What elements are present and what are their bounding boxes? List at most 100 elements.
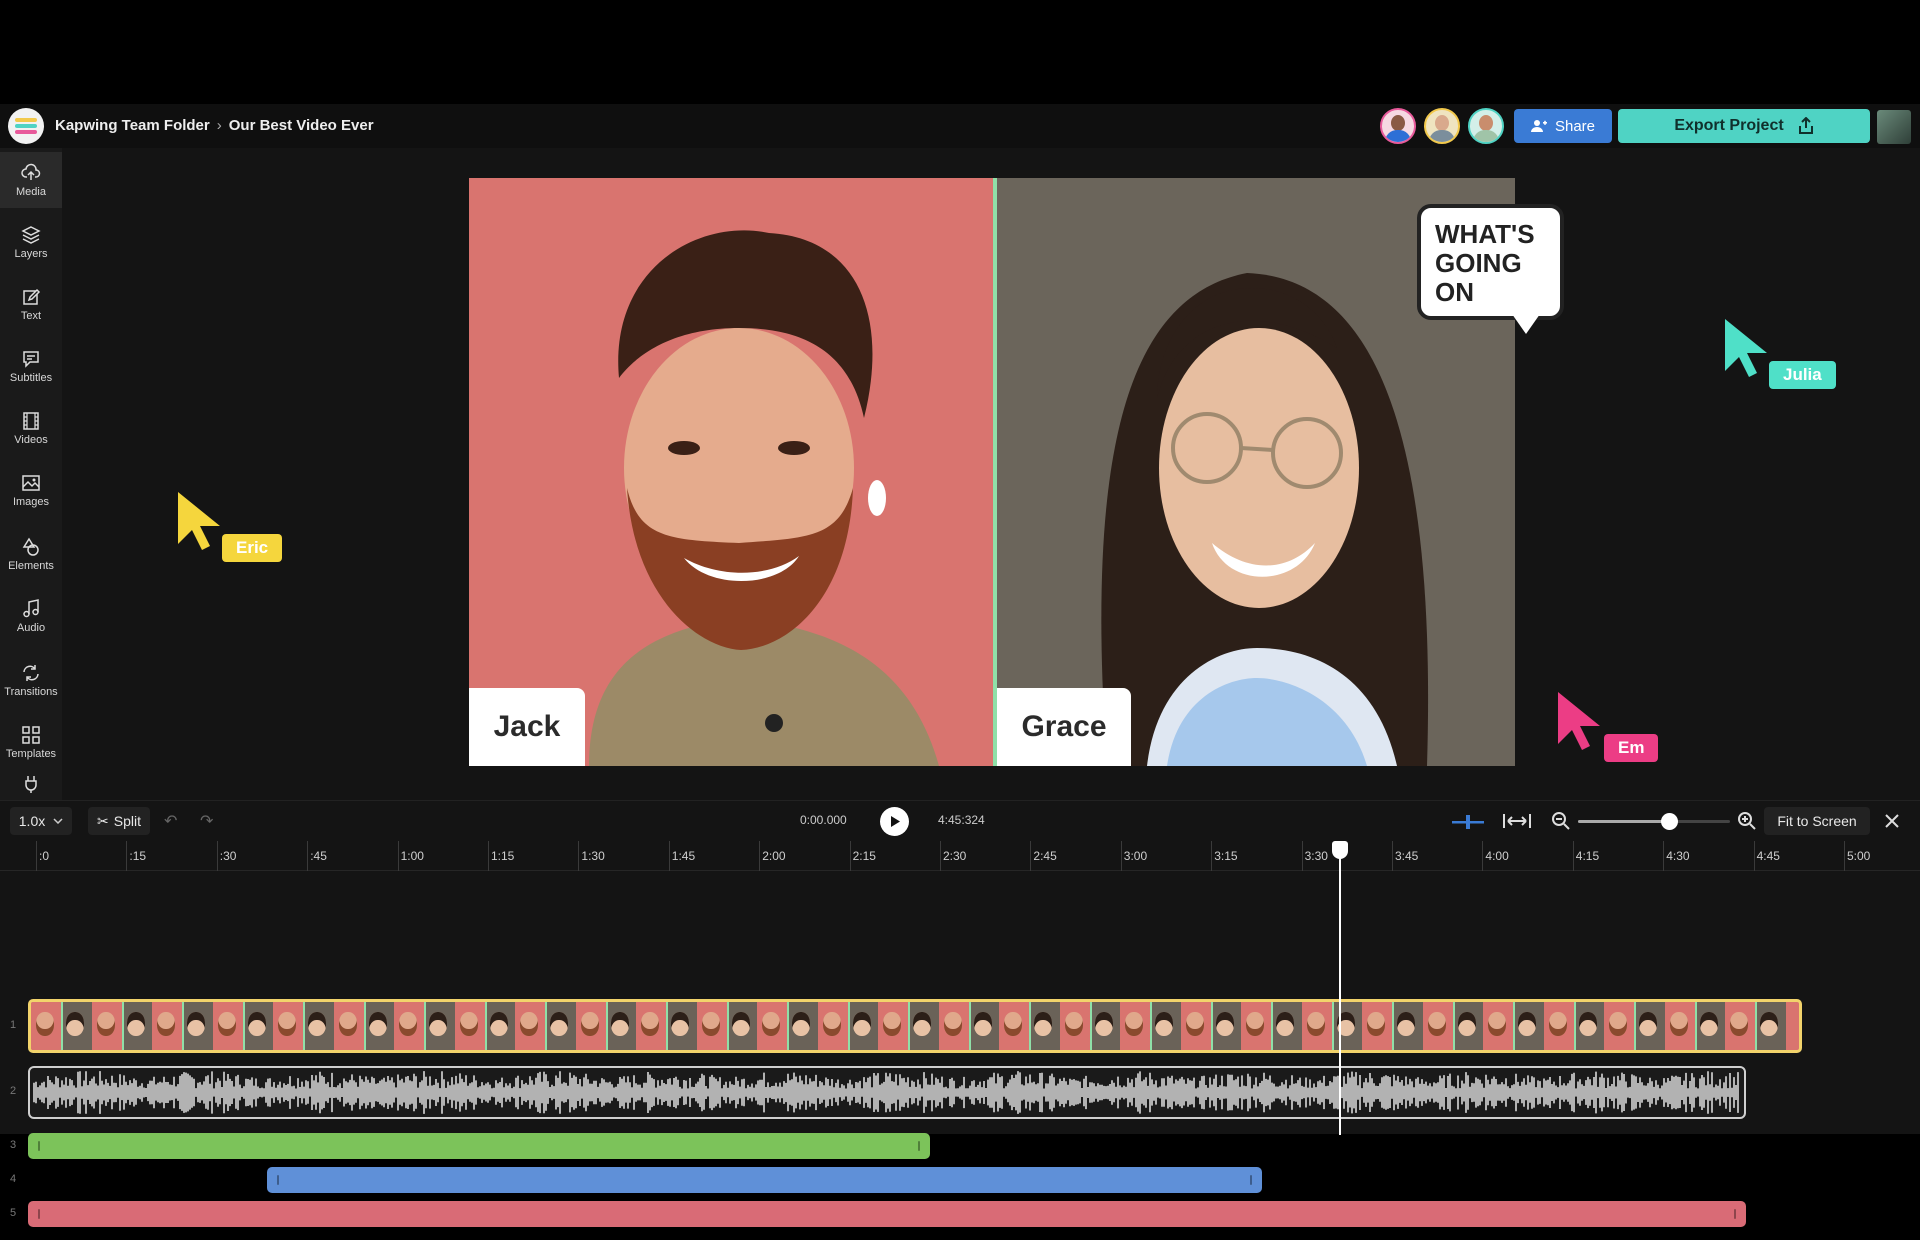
project-title[interactable]: Our Best Video Ever: [229, 117, 374, 134]
video-left-panel[interactable]: [469, 178, 993, 766]
video-thumbnail: [1483, 1002, 1544, 1050]
video-thumbnail: [31, 1002, 92, 1050]
timeline-panel: 1.0x ✂ Split ↶ ↷ 0:00.000 4:45:324 Fit t…: [0, 800, 1920, 1227]
ruler-tick: [307, 841, 309, 871]
ruler-tick-label: 5:00: [1847, 849, 1871, 863]
video-preview[interactable]: Jack Grace: [469, 178, 1515, 766]
name-tag-left[interactable]: Jack: [469, 688, 585, 766]
clip-handle-right[interactable]: [1250, 1175, 1252, 1185]
video-thumbnail: [636, 1002, 697, 1050]
split-button[interactable]: ✂ Split: [88, 807, 150, 835]
sidebar-item-images[interactable]: Images: [0, 462, 62, 518]
cursor-label-julia: Julia: [1769, 361, 1836, 389]
video-thumbnail: [938, 1002, 999, 1050]
fit-to-screen-button[interactable]: Fit to Screen: [1764, 807, 1870, 835]
pencil-icon: [23, 288, 41, 305]
undo-icon[interactable]: ↶: [164, 811, 177, 831]
share-button[interactable]: Share: [1514, 109, 1612, 143]
ruler-tick-label: 4:45: [1756, 849, 1780, 863]
ruler-tick: [1753, 841, 1755, 871]
ruler-tick-label: :45: [310, 849, 327, 863]
sidebar-item-elements[interactable]: Elements: [0, 526, 62, 582]
collaborator-avatar-1[interactable]: [1380, 108, 1416, 144]
share-label: Share: [1554, 117, 1596, 135]
red-track-clip[interactable]: [28, 1201, 1746, 1227]
snap-icon[interactable]: [1452, 813, 1484, 831]
ruler-tick: [1301, 841, 1303, 871]
fit-label: Fit to Screen: [1777, 813, 1857, 829]
speech-bubble[interactable]: WHAT'S GOING ON: [1417, 204, 1564, 320]
cursor-pointer-icon: [178, 492, 220, 550]
ruler-tick-label: 1:15: [491, 849, 515, 863]
sidebar-item-layers[interactable]: Layers: [0, 214, 62, 270]
subtitles-icon: [23, 350, 39, 368]
video-thumbnail: [152, 1002, 213, 1050]
audio-track-clip[interactable]: [28, 1066, 1746, 1119]
breadcrumb-folder[interactable]: Kapwing Team Folder: [55, 117, 210, 134]
export-project-button[interactable]: Export Project: [1618, 109, 1870, 143]
playhead-handle[interactable]: [1332, 841, 1348, 859]
clip-handle-right[interactable]: [918, 1141, 920, 1151]
video-thumbnail: [696, 1002, 757, 1050]
sidebar-item-label: Subtitles: [9, 371, 53, 384]
sidebar-item-plugins[interactable]: [0, 768, 62, 800]
breadcrumb-separator: ›: [216, 117, 222, 134]
music-icon: [23, 598, 39, 617]
user-profile-thumbnail[interactable]: [1877, 110, 1911, 144]
playhead[interactable]: [1332, 841, 1348, 1135]
speech-line-2: GOING: [1435, 248, 1522, 278]
canvas-area[interactable]: Jack Grace WHAT'S GOING ON Eric Julia Em: [62, 148, 1920, 800]
sidebar-item-videos[interactable]: Videos: [0, 400, 62, 456]
kapwing-logo[interactable]: [8, 108, 44, 144]
collaborator-avatar-3[interactable]: [1468, 108, 1504, 144]
sidebar-item-label: Images: [12, 495, 50, 508]
zoom-in-icon[interactable]: [1737, 811, 1757, 831]
image-icon: [22, 474, 40, 491]
ruler-tick-label: 3:00: [1123, 849, 1148, 863]
clip-handle-left[interactable]: [38, 1209, 40, 1219]
zoom-slider[interactable]: [1578, 813, 1730, 830]
cursor-pointer-icon: [1558, 692, 1600, 750]
ruler-tick: [578, 841, 580, 871]
ruler-tick-label: 3:15: [1214, 849, 1238, 863]
sidebar-item-subtitles[interactable]: Subtitles: [0, 338, 62, 394]
collaborator-avatar-2[interactable]: [1424, 108, 1460, 144]
green-track-clip[interactable]: [28, 1133, 930, 1159]
name-tag-right[interactable]: Grace: [997, 688, 1131, 766]
zoom-out-icon[interactable]: [1551, 811, 1571, 831]
close-icon[interactable]: [1884, 813, 1900, 829]
speech-bubble-tail: [1512, 314, 1540, 334]
ruler-tick-label: 2:30: [943, 849, 967, 863]
blue-track-clip[interactable]: [267, 1167, 1262, 1193]
sidebar-item-text[interactable]: Text: [0, 276, 62, 332]
clip-handle-right[interactable]: [1734, 1209, 1736, 1219]
export-label: Export Project: [1674, 117, 1784, 134]
fit-width-icon[interactable]: [1502, 812, 1532, 830]
video-thumbnail: [1543, 1002, 1604, 1050]
sidebar-item-audio[interactable]: Audio: [0, 588, 62, 644]
video-thumbnail: [1180, 1002, 1241, 1050]
redo-icon[interactable]: ↷: [200, 811, 213, 831]
ruler-tick: [1030, 841, 1032, 871]
zoom-slider-knob[interactable]: [1661, 813, 1679, 830]
sidebar-item-templates[interactable]: Templates: [0, 714, 62, 770]
clip-handle-left[interactable]: [277, 1175, 279, 1185]
video-thumbnail: [515, 1002, 576, 1050]
video-thumbnail: [1604, 1002, 1665, 1050]
track-number: 5: [10, 1207, 17, 1219]
video-track-clip[interactable]: [28, 999, 1802, 1053]
clip-handle-left[interactable]: [38, 1141, 40, 1151]
track-number: 2: [10, 1085, 17, 1097]
ruler-tick: [940, 841, 941, 871]
ruler-tick-label: :15: [129, 849, 147, 863]
sidebar-item-label: Templates: [5, 747, 57, 760]
timeline-ruler[interactable]: :0:15:30:45 1:00 1:15 1:30 1:45 2:00 2:15 2:30 2…: [0, 841, 1920, 871]
audio-waveform: [33, 1071, 1739, 1114]
ruler-tick: [1392, 841, 1393, 871]
playback-speed-select[interactable]: 1.0x: [10, 807, 72, 835]
current-time: 0:00.000: [800, 813, 847, 827]
video-thumbnail: [575, 1002, 636, 1050]
sidebar-item-transitions[interactable]: Transitions: [0, 652, 62, 708]
sidebar-item-media[interactable]: Media: [0, 152, 62, 208]
play-button[interactable]: [880, 807, 909, 836]
